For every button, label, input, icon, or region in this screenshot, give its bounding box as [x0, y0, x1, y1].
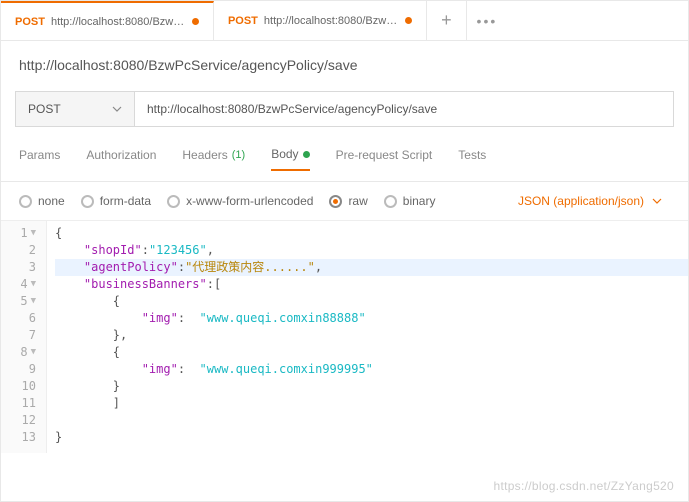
fold-icon[interactable]: ▼: [31, 225, 36, 242]
line-number: 5▼: [1, 293, 40, 310]
fold-icon[interactable]: ▼: [31, 344, 36, 361]
chevron-down-icon: [652, 196, 662, 206]
tab-1[interactable]: POST http://localhost:8080/BzwServic: [214, 1, 427, 40]
radio-icon: [329, 195, 342, 208]
radio-form-data[interactable]: form-data: [81, 194, 151, 208]
code-line[interactable]: "img": "www.queqi.comxin999995": [55, 361, 688, 378]
line-number: 13: [1, 429, 40, 446]
line-number: 2: [1, 242, 40, 259]
line-number: 12: [1, 412, 40, 429]
line-number: 6: [1, 310, 40, 327]
radio-icon: [167, 195, 180, 208]
code-line[interactable]: "agentPolicy":"代理政策内容......",: [55, 259, 688, 276]
code-line[interactable]: [55, 412, 688, 429]
tab-params[interactable]: Params: [19, 147, 60, 171]
tab-0[interactable]: POST http://localhost:8080/BzwPcSer: [1, 1, 214, 40]
dirty-dot-icon: [405, 17, 412, 24]
tab-body-label: Body: [271, 147, 298, 161]
radio-raw[interactable]: raw: [329, 194, 367, 208]
line-number: 3: [1, 259, 40, 276]
tab-method: POST: [228, 15, 258, 27]
line-number: 8▼: [1, 344, 40, 361]
radio-icon: [384, 195, 397, 208]
tab-method: POST: [15, 16, 45, 28]
method-url-row: POST: [15, 91, 674, 127]
watermark: https://blog.csdn.net/ZzYang520: [493, 479, 674, 493]
code-line[interactable]: }: [55, 429, 688, 446]
url-input[interactable]: [135, 91, 674, 127]
code-line[interactable]: {: [55, 225, 688, 242]
code-line[interactable]: {: [55, 344, 688, 361]
fold-icon[interactable]: ▼: [31, 293, 36, 310]
headers-count: (1): [232, 149, 245, 161]
editor-code[interactable]: { "shopId":"123456", "agentPolicy":"代理政策…: [47, 221, 688, 453]
add-tab-button[interactable]: +: [427, 1, 467, 40]
code-line[interactable]: "img": "www.queqi.comxin88888": [55, 310, 688, 327]
radio-binary[interactable]: binary: [384, 194, 436, 208]
code-line[interactable]: }: [55, 378, 688, 395]
tab-headers-label: Headers: [182, 148, 227, 162]
line-number: 9: [1, 361, 40, 378]
editor-gutter: 1▼234▼5▼678▼910111213: [1, 221, 47, 453]
tab-authorization[interactable]: Authorization: [86, 147, 156, 171]
more-tabs-button[interactable]: •••: [467, 1, 507, 40]
tab-title: http://localhost:8080/BzwServic: [264, 15, 399, 27]
raw-format-label: JSON (application/json): [518, 194, 644, 208]
dirty-dot-icon: [192, 18, 199, 25]
radio-xwww[interactable]: x-www-form-urlencoded: [167, 194, 313, 208]
body-type-row: none form-data x-www-form-urlencoded raw…: [1, 182, 688, 221]
line-number: 1▼: [1, 225, 40, 242]
radio-none[interactable]: none: [19, 194, 65, 208]
request-title: http://localhost:8080/BzwPcService/agenc…: [1, 41, 688, 91]
tab-body[interactable]: Body: [271, 147, 309, 171]
json-editor[interactable]: 1▼234▼5▼678▼910111213 { "shopId":"123456…: [1, 221, 688, 453]
tab-prerequest[interactable]: Pre-request Script: [336, 147, 433, 171]
tab-headers[interactable]: Headers (1): [182, 147, 245, 171]
code-line[interactable]: },: [55, 327, 688, 344]
raw-format-select[interactable]: JSON (application/json): [518, 194, 670, 208]
line-number: 11: [1, 395, 40, 412]
method-select[interactable]: POST: [15, 91, 135, 127]
tabs-bar: POST http://localhost:8080/BzwPcSer POST…: [1, 1, 688, 41]
line-number: 7: [1, 327, 40, 344]
method-value: POST: [28, 102, 61, 116]
radio-icon: [19, 195, 32, 208]
code-line[interactable]: "shopId":"123456",: [55, 242, 688, 259]
code-line[interactable]: ]: [55, 395, 688, 412]
tab-title: http://localhost:8080/BzwPcSer: [51, 16, 186, 28]
line-number: 10: [1, 378, 40, 395]
chevron-down-icon: [112, 104, 122, 114]
tab-tests[interactable]: Tests: [458, 147, 486, 171]
fold-icon[interactable]: ▼: [31, 276, 36, 293]
line-number: 4▼: [1, 276, 40, 293]
body-active-dot-icon: [303, 151, 310, 158]
code-line[interactable]: "businessBanners":[: [55, 276, 688, 293]
radio-icon: [81, 195, 94, 208]
code-line[interactable]: {: [55, 293, 688, 310]
sub-tabs: Params Authorization Headers (1) Body Pr…: [1, 147, 688, 182]
